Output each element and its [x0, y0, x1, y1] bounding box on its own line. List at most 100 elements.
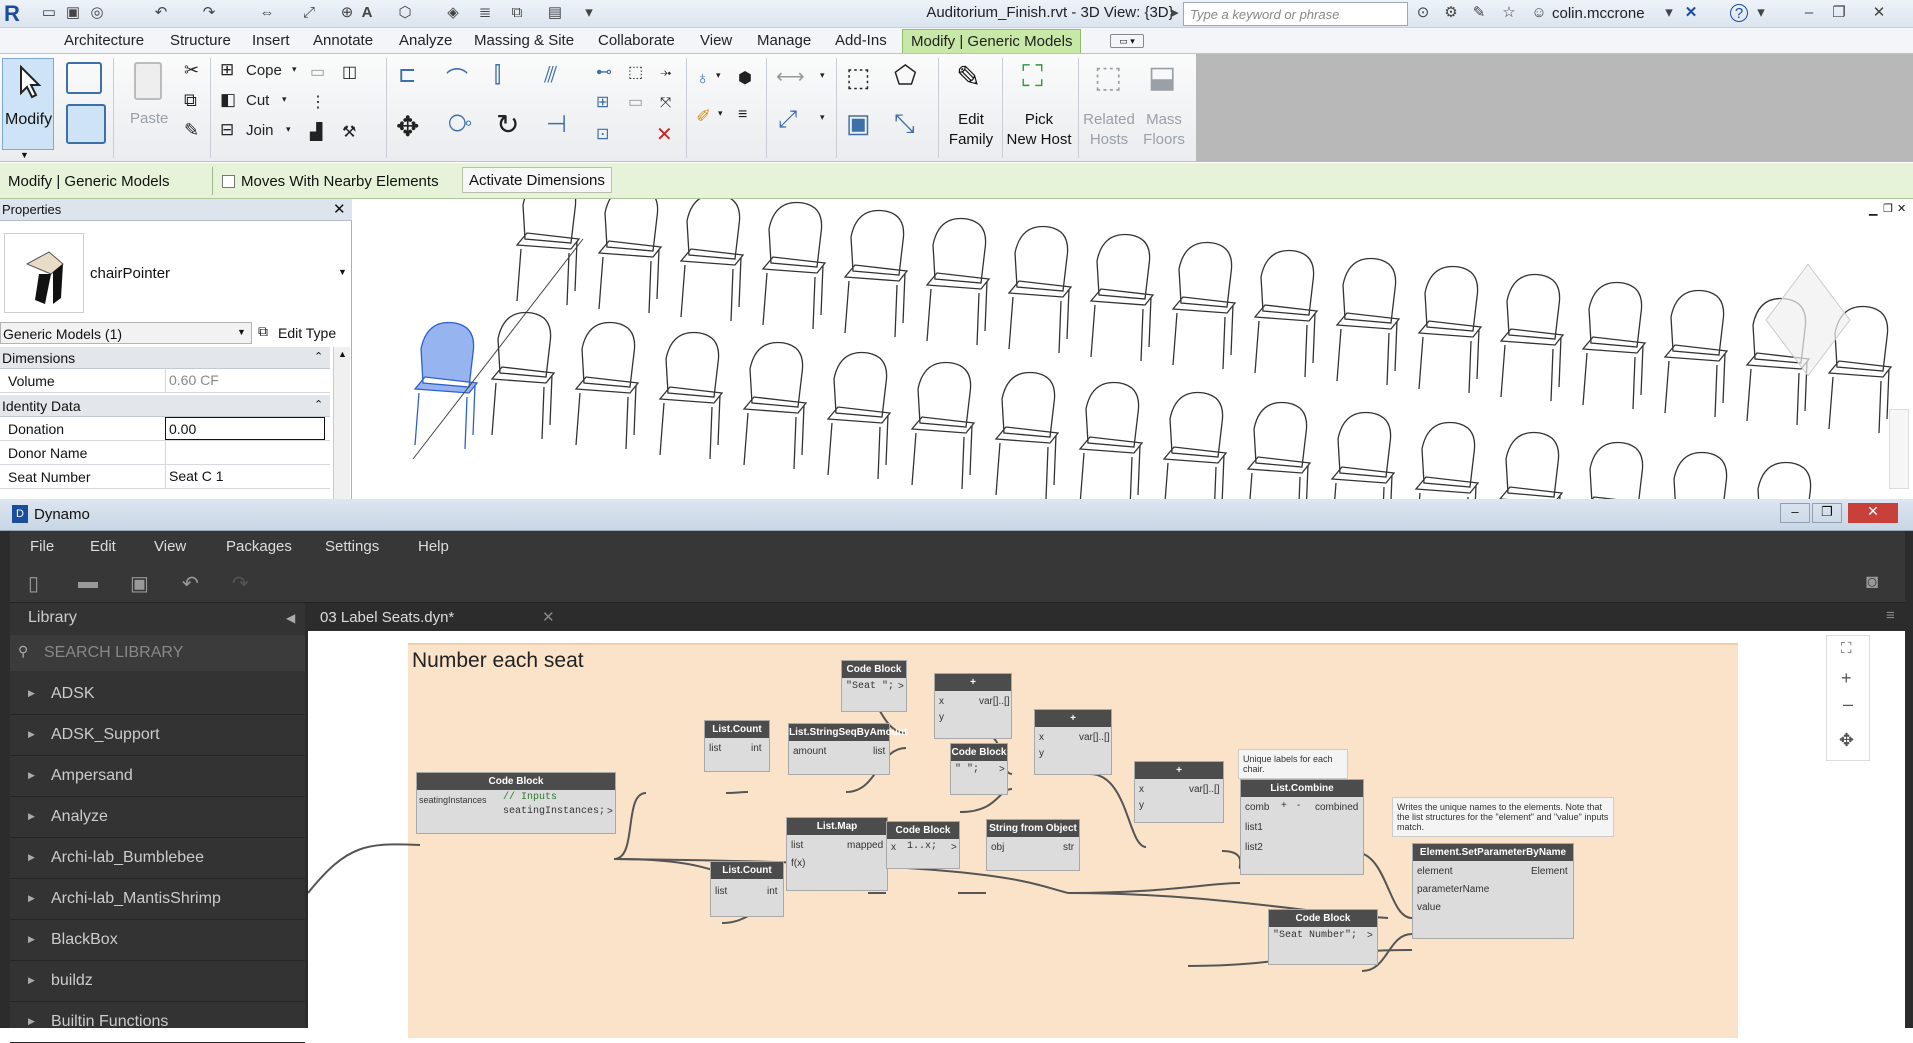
output-port-str[interactable]: str [1063, 842, 1074, 853]
dynamo-minimize-icon[interactable]: – [1780, 503, 1810, 523]
revit-logo-icon[interactable]: R [4, 2, 30, 26]
chair[interactable] [1335, 257, 1401, 386]
selected-chair[interactable] [413, 321, 479, 450]
chair[interactable] [679, 199, 745, 322]
user-icon[interactable]: ☺ [1530, 4, 1548, 22]
join-icon[interactable]: ⊟ [220, 120, 234, 140]
measure-between-icon[interactable]: ⟷ [776, 64, 805, 89]
chair[interactable] [1171, 241, 1237, 370]
input-port-y[interactable]: y [1039, 748, 1044, 759]
menu-help[interactable]: Help [418, 538, 449, 555]
prop-row-seat-number[interactable]: Seat Number Seat C 1 [0, 465, 330, 489]
3d-viewport[interactable]: ▁ ❐ ✕ [353, 199, 1913, 499]
input-port-x[interactable]: x [1139, 784, 1144, 795]
chair[interactable] [925, 217, 991, 346]
dimension-icon[interactable]: ⤢ [300, 4, 318, 22]
dynamo-close-icon[interactable]: ✕ [1848, 503, 1898, 523]
unpin-icon[interactable]: ⊡ [596, 124, 609, 144]
element-selector[interactable]: Generic Models (1) ▼ [0, 322, 252, 344]
input-port-x[interactable]: x [891, 842, 896, 853]
node-code[interactable]: "Seat "; [846, 681, 894, 692]
linework-dropdown-icon[interactable]: ▾ [718, 108, 723, 119]
output-port[interactable]: > [951, 842, 957, 853]
input-port-list[interactable]: list [791, 840, 803, 851]
help-icon[interactable]: ? [1730, 4, 1748, 22]
split-gap-icon[interactable]: ⤞ [660, 64, 671, 81]
activate-dimensions-button[interactable]: Activate Dimensions [462, 167, 612, 193]
favorites-star-icon[interactable]: ☆ [1500, 4, 1518, 22]
add-node-1[interactable]: + x y var[]..[] [934, 673, 1012, 739]
input-port-list2[interactable]: list2 [1245, 842, 1263, 853]
add-node-2[interactable]: + x y var[]..[] [1034, 709, 1112, 775]
mass-floors-button[interactable]: ⬓ Mass Floors [1136, 58, 1192, 154]
switch-windows-icon[interactable]: ▤ [546, 4, 564, 22]
user-dropdown-icon[interactable]: ▾ [1660, 4, 1678, 22]
create-similar-icon[interactable]: ⤡ [894, 108, 915, 140]
input-port-list1[interactable]: list1 [1245, 822, 1263, 833]
code-block-seat[interactable]: Code Block "Seat "; > [841, 660, 907, 712]
library-collapse-icon[interactable]: ◀ [286, 611, 295, 625]
linework-brush-icon[interactable]: ✐ [696, 106, 711, 127]
zoom-to-fit-icon[interactable]: ⛶ [1841, 640, 1852, 657]
view-restore-icon[interactable]: ❐ [1883, 202, 1893, 215]
edit-family-button[interactable]: ✎ Edit Family [944, 58, 998, 154]
donor-name-input[interactable] [165, 441, 325, 464]
menu-file[interactable]: File [30, 538, 54, 555]
unpin-2-icon[interactable]: ⤧ [660, 94, 671, 111]
remove-input-icon[interactable]: - [1297, 800, 1300, 811]
library-item[interactable]: ▶ buildz [10, 961, 305, 1002]
paste-button[interactable]: Paste [124, 58, 174, 148]
output-port-mapped[interactable]: mapped [847, 840, 883, 851]
close-icon[interactable]: ✕ [1870, 4, 1888, 22]
list-combine-node[interactable]: List.Combine comb + - list1 list2 combin… [1240, 779, 1364, 875]
trim-extend-icon[interactable]: ⊣ [546, 110, 567, 139]
modify-button[interactable]: Modify [2, 58, 54, 150]
tab-collaborate[interactable]: Collaborate [598, 32, 675, 49]
dynamo-restore-icon[interactable]: ❐ [1812, 503, 1842, 523]
redo-icon[interactable]: ↷ [232, 571, 249, 596]
tab-view[interactable]: View [700, 32, 732, 49]
input-port-parameter-name[interactable]: parameterName [1417, 884, 1489, 895]
node-code[interactable]: "Seat Number"; [1273, 930, 1357, 941]
tab-manage[interactable]: Manage [757, 32, 811, 49]
library-item[interactable]: ▶ Analyze [10, 797, 305, 838]
offset-icon[interactable]: ⌒ [446, 62, 468, 94]
wall-joins-icon[interactable]: ▟ [310, 122, 322, 142]
tab-annotate[interactable]: Annotate [313, 32, 373, 49]
3d-view-icon[interactable]: ⬡ [396, 4, 414, 22]
cut-dropdown-icon[interactable]: ▾ [282, 94, 287, 105]
cut-scissors-icon[interactable]: ✂ [184, 60, 199, 81]
moves-with-checkbox[interactable] [222, 175, 235, 188]
chair[interactable] [574, 321, 640, 450]
demolish-hammer-icon[interactable]: ⚒ [342, 122, 356, 142]
navigation-bar[interactable] [1889, 409, 1909, 489]
output-port[interactable]: var[]..[] [1079, 732, 1110, 743]
array-icon[interactable]: ⊞ [596, 92, 609, 112]
tab-insert[interactable]: Insert [252, 32, 290, 49]
cut-button[interactable]: Cut [246, 92, 269, 109]
help-dropdown-icon[interactable]: ▾ [1752, 4, 1770, 22]
chair[interactable] [1414, 421, 1480, 499]
search-input[interactable]: Type a keyword or phrase [1183, 2, 1408, 26]
list-count-node-1[interactable]: List.Count list int [704, 720, 770, 772]
seat-number-input[interactable]: Seat C 1 [165, 465, 325, 488]
create-group-icon[interactable]: ⬚ [846, 62, 871, 93]
cope-icon[interactable]: ⊞ [220, 60, 234, 80]
tab-architecture[interactable]: Architecture [64, 32, 144, 49]
view-minimize-icon[interactable]: ▁ [1869, 203, 1877, 216]
join-button[interactable]: Join [246, 122, 274, 139]
select-dropdown-icon[interactable]: ▼ [20, 150, 29, 160]
library-item[interactable]: ▶ Archi-lab_MantisShrimp [10, 879, 305, 920]
demolish-icon[interactable]: ▭ [310, 62, 325, 82]
menu-edit[interactable]: Edit [90, 538, 116, 555]
graph-canvas[interactable]: 03 Label Seats.dyn* ✕ ≡ Number each seat [308, 603, 1905, 1038]
subscription-icon[interactable]: ⚙ [1442, 4, 1460, 22]
open-icon[interactable]: ▭ [40, 4, 58, 22]
output-port-element[interactable]: Element [1531, 866, 1568, 877]
input-port-y[interactable]: y [939, 712, 944, 723]
chair[interactable] [1007, 225, 1073, 354]
communication-icon[interactable]: ✎ [1470, 4, 1488, 22]
scale-icon[interactable]: ▭ [628, 92, 643, 112]
tab-analyze[interactable]: Analyze [399, 32, 452, 49]
chair[interactable] [1246, 401, 1312, 499]
